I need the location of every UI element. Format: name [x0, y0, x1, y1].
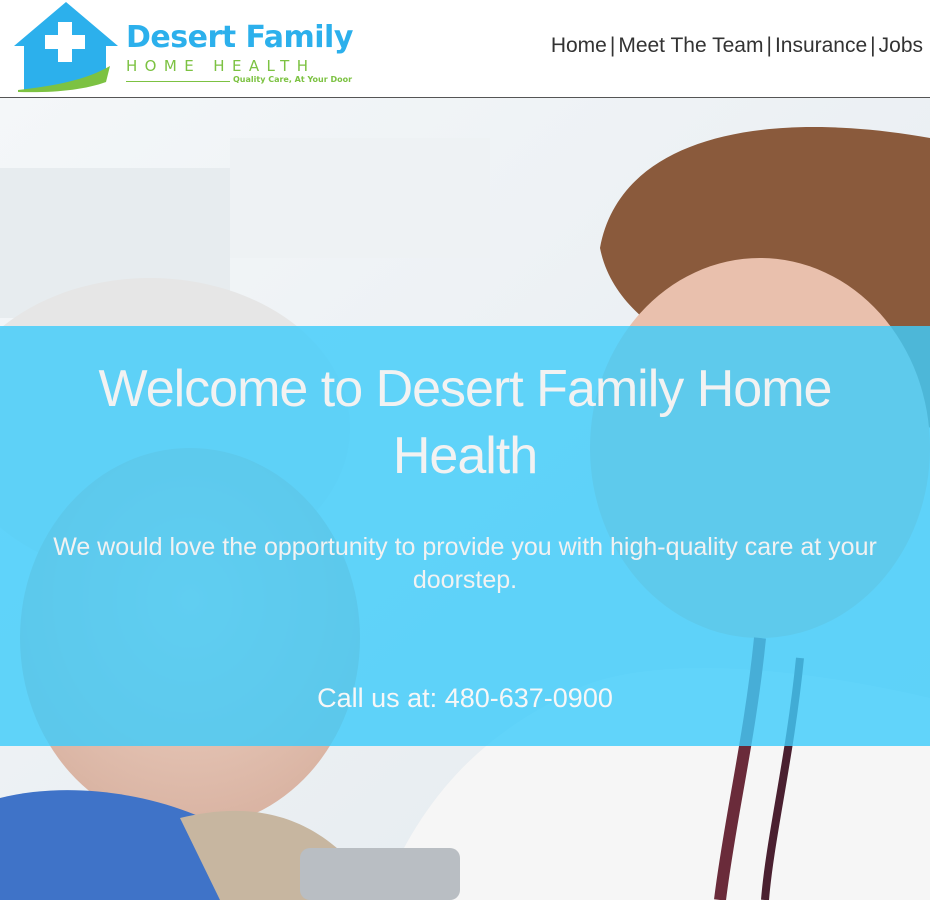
house-cross-icon [14, 2, 118, 93]
nav-insurance[interactable]: Insurance [775, 34, 867, 57]
call-us-line: Call us at: 480-637-0900 [0, 683, 930, 714]
logo[interactable]: Desert Family HOME HEALTH Quality Care, … [14, 2, 354, 94]
main-nav: Home | Meet The Team | Insurance | Jobs [551, 34, 923, 58]
hero-subtitle: We would love the opportunity to provide… [53, 533, 877, 594]
nav-meet-the-team[interactable]: Meet The Team [618, 34, 763, 57]
logo-subtitle: HOME HEALTH [126, 57, 316, 75]
nav-separator: | [870, 34, 876, 57]
logo-tagline: Quality Care, At Your Door [233, 75, 353, 84]
hero-section: Welcome to Desert Family Home Health We … [0, 98, 930, 900]
call-us-label: Call us at: [317, 683, 438, 713]
nav-jobs[interactable]: Jobs [879, 34, 923, 57]
logo-divider [126, 81, 230, 82]
hero-title: Welcome to Desert Family Home Health [98, 360, 833, 485]
nav-separator: | [766, 34, 772, 57]
nav-separator: | [609, 34, 616, 57]
logo-title: Desert Family [126, 20, 353, 55]
nav-home[interactable]: Home [551, 34, 607, 57]
site-header: Desert Family HOME HEALTH Quality Care, … [0, 0, 930, 98]
phone-number-link[interactable]: 480-637-0900 [445, 683, 613, 713]
hero-overlay: Welcome to Desert Family Home Health We … [0, 326, 930, 746]
